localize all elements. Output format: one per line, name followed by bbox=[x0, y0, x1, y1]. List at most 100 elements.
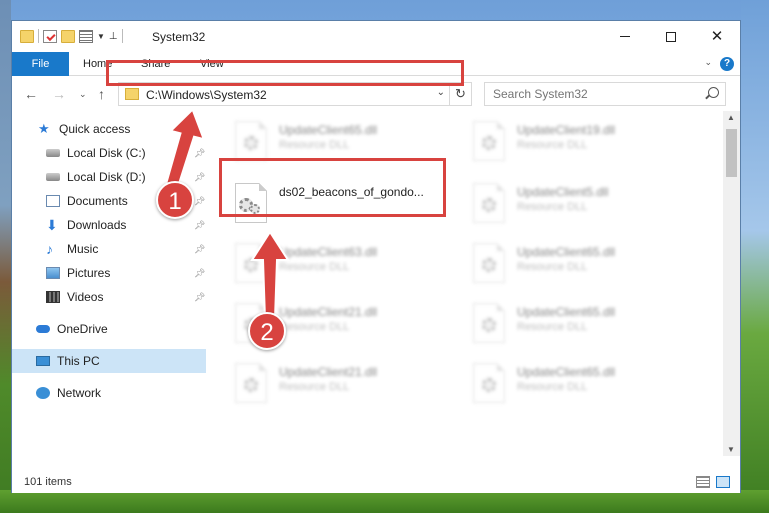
tab-view[interactable]: View bbox=[200, 52, 224, 76]
file-item[interactable]: UpdateClient21.dll Resource DLL bbox=[231, 359, 459, 409]
close-icon: ✕ bbox=[710, 28, 724, 45]
sidebar-item-pictures[interactable]: Pictures 📌︎ bbox=[12, 261, 206, 285]
help-icon[interactable]: ? bbox=[720, 57, 734, 71]
scroll-down-icon[interactable]: ▼ bbox=[727, 445, 735, 454]
file-item[interactable]: UpdateClient65.dll Resource DLL bbox=[469, 239, 697, 289]
dll-file-icon bbox=[473, 363, 505, 403]
gear-icon bbox=[244, 258, 258, 272]
file-item[interactable]: UpdateClient65.dll Resource DLL bbox=[469, 299, 697, 349]
sidebar-item-quick-access[interactable]: ★ Quick access bbox=[12, 117, 206, 141]
maximize-button[interactable] bbox=[648, 21, 694, 52]
sidebar-item-videos[interactable]: Videos 📌︎ bbox=[12, 285, 206, 309]
file-item-highlighted[interactable]: ds02_beacons_of_gondo... bbox=[231, 179, 459, 229]
pin-icon[interactable]: 📌︎ bbox=[194, 220, 205, 230]
customize-toolbar-icon[interactable]: ⊥ bbox=[109, 31, 118, 42]
file-item[interactable]: UpdateClient65.dll Resource DLL bbox=[469, 359, 697, 409]
forward-arrow-icon[interactable]: → bbox=[52, 86, 66, 102]
close-button[interactable]: ✕ bbox=[694, 21, 740, 52]
tiles-view-icon[interactable] bbox=[716, 476, 730, 488]
file-type: Resource DLL bbox=[517, 201, 588, 213]
sidebar-item-label: Downloads bbox=[67, 218, 127, 232]
file-item[interactable]: UpdateClient63.dll Resource DLL bbox=[231, 239, 459, 289]
back-arrow-icon[interactable]: ← bbox=[24, 86, 38, 102]
network-icon bbox=[36, 387, 50, 399]
tab-file[interactable]: File bbox=[12, 52, 69, 76]
toolbar-separator bbox=[121, 29, 123, 43]
sidebar-item-network[interactable]: Network bbox=[12, 381, 206, 405]
file-type: Resource DLL bbox=[517, 261, 588, 273]
file-item[interactable]: UpdateClient19.dll Resource DLL bbox=[469, 117, 697, 167]
disk-icon bbox=[46, 173, 60, 181]
file-type: Resource DLL bbox=[279, 321, 350, 333]
scroll-thumb[interactable] bbox=[726, 129, 737, 177]
file-type: Resource DLL bbox=[279, 139, 350, 151]
file-item[interactable]: UpdateClient65.dll Resource DLL bbox=[231, 117, 459, 167]
dll-file-icon bbox=[235, 183, 267, 223]
quick-access-toolbar: ▼ ⊥ bbox=[20, 29, 123, 43]
search-icon[interactable] bbox=[708, 87, 719, 98]
address-bar[interactable]: C:\Windows\System32 ⌄ ↻ bbox=[118, 82, 472, 106]
dll-file-icon bbox=[473, 243, 505, 283]
refresh-icon[interactable]: ↻ bbox=[449, 83, 471, 105]
file-name: UpdateClient63.dll bbox=[279, 245, 378, 259]
recent-locations-icon[interactable]: ⌄ bbox=[79, 89, 87, 100]
search-box[interactable] bbox=[484, 82, 726, 106]
download-icon: ⬇ bbox=[46, 216, 58, 233]
dll-file-icon bbox=[473, 303, 505, 343]
pin-icon[interactable]: 📌︎ bbox=[194, 292, 205, 302]
pin-icon[interactable]: 📌︎ bbox=[194, 196, 205, 206]
view-options-icon[interactable] bbox=[79, 29, 93, 43]
sidebar-item-this-pc[interactable]: This PC bbox=[12, 349, 206, 373]
file-item[interactable]: UpdateClient5.dll Resource DLL bbox=[469, 179, 697, 229]
pin-icon[interactable]: 📌︎ bbox=[194, 244, 205, 254]
dll-file-icon bbox=[473, 183, 505, 223]
gear-icon bbox=[244, 378, 258, 392]
file-type: Resource DLL bbox=[517, 321, 588, 333]
annotation-badge-2: 2 bbox=[248, 312, 286, 350]
sidebar-item-label: Music bbox=[67, 242, 99, 256]
tab-share[interactable]: Share bbox=[141, 52, 170, 76]
folder-icon[interactable] bbox=[20, 29, 34, 43]
status-bar: 101 items bbox=[12, 472, 740, 493]
sidebar-item-label: Pictures bbox=[67, 266, 111, 280]
gear-icon bbox=[482, 136, 496, 150]
file-type: Resource DLL bbox=[279, 381, 350, 393]
up-arrow-icon[interactable]: ↑ bbox=[98, 86, 105, 102]
pin-icon[interactable]: 📌︎ bbox=[194, 172, 205, 182]
properties-icon[interactable] bbox=[43, 29, 57, 43]
star-icon: ★ bbox=[38, 121, 50, 136]
expand-ribbon-icon[interactable]: ⌄ bbox=[704, 57, 712, 68]
gear-icon bbox=[250, 204, 260, 214]
toolbar-separator bbox=[38, 29, 39, 43]
sidebar-item-onedrive[interactable]: OneDrive bbox=[12, 317, 206, 341]
search-input[interactable] bbox=[485, 83, 695, 105]
address-path[interactable]: C:\Windows\System32 bbox=[146, 88, 267, 102]
sidebar-item-label: Documents bbox=[67, 194, 128, 208]
sidebar-item-local-disk-c[interactable]: Local Disk (C:) 📌︎ bbox=[12, 141, 206, 165]
gear-icon bbox=[482, 318, 496, 332]
details-view-icon[interactable] bbox=[696, 476, 710, 488]
vertical-scrollbar[interactable]: ▲ ▼ bbox=[723, 111, 740, 456]
title-bar: ▼ ⊥ System32 ✕ bbox=[12, 21, 740, 52]
new-folder-icon[interactable] bbox=[61, 29, 75, 43]
chevron-down-icon[interactable]: ▼ bbox=[97, 32, 105, 41]
sidebar-item-music[interactable]: ♪ Music 📌︎ bbox=[12, 237, 206, 261]
desktop-background-right bbox=[741, 0, 769, 513]
gear-icon bbox=[482, 258, 496, 272]
pin-icon[interactable]: 📌︎ bbox=[194, 148, 205, 158]
file-name: UpdateClient5.dll bbox=[517, 185, 609, 199]
scroll-up-icon[interactable]: ▲ bbox=[727, 113, 735, 122]
chevron-down-icon[interactable]: ⌄ bbox=[437, 87, 445, 98]
sidebar-item-label: OneDrive bbox=[57, 322, 108, 336]
annotation-badge-1: 1 bbox=[156, 181, 194, 219]
ribbon-tabs: File Home Share View ⌄ ? bbox=[12, 52, 740, 76]
minimize-button[interactable] bbox=[602, 21, 648, 52]
tab-home[interactable]: Home bbox=[83, 52, 112, 76]
minimize-icon bbox=[620, 36, 630, 37]
window-title: System32 bbox=[152, 30, 206, 44]
sidebar-item-label: Network bbox=[57, 386, 102, 400]
cloud-icon bbox=[36, 325, 50, 333]
pin-icon[interactable]: 📌︎ bbox=[194, 268, 205, 278]
navigation-bar: ← → ⌄ ↑ C:\Windows\System32 ⌄ ↻ bbox=[12, 77, 740, 111]
desktop-background-left bbox=[0, 0, 11, 513]
